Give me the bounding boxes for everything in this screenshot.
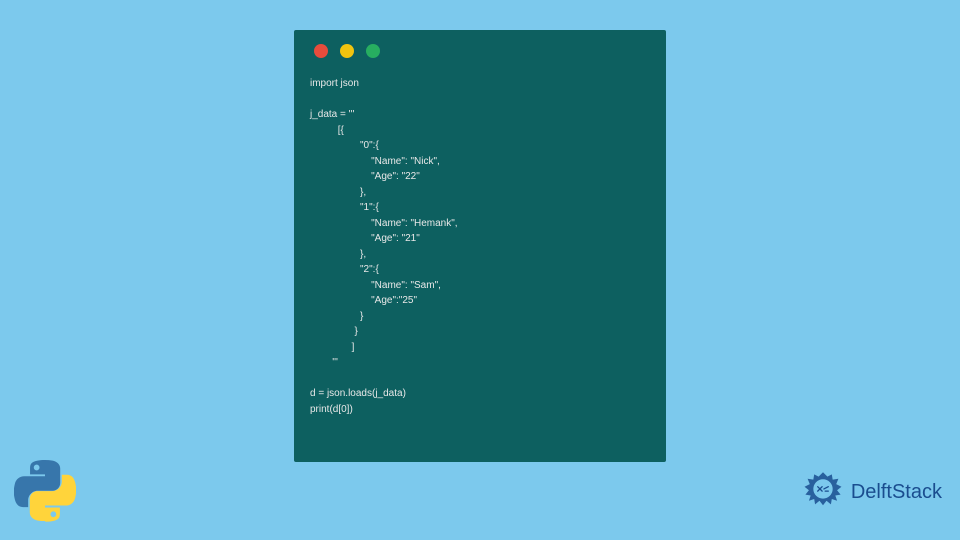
python-logo-icon — [14, 460, 76, 522]
maximize-icon — [366, 44, 380, 58]
delftstack-logo: DelftStack — [801, 470, 942, 514]
minimize-icon — [340, 44, 354, 58]
window-controls — [314, 44, 650, 58]
code-content: import json j_data = ''' [{ "0":{ "Name"… — [310, 76, 650, 417]
close-icon — [314, 44, 328, 58]
delftstack-icon — [801, 470, 845, 514]
brand-name: DelftStack — [851, 481, 942, 504]
code-window: import json j_data = ''' [{ "0":{ "Name"… — [294, 30, 666, 462]
